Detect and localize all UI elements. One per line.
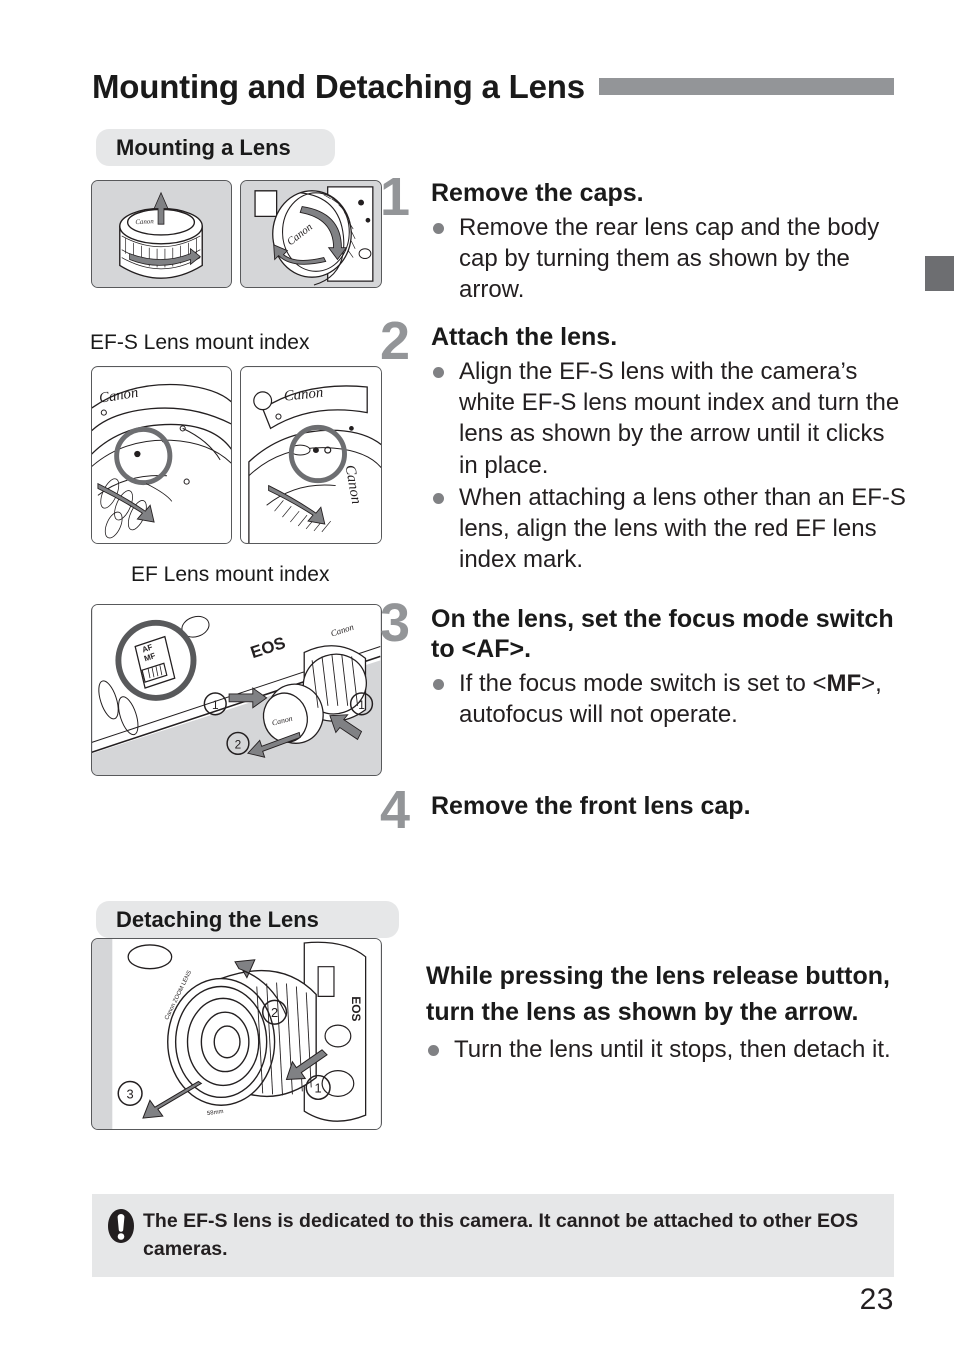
detaching-heading: While pressing the lens release button, …	[426, 962, 890, 1026]
svg-text:1: 1	[212, 698, 219, 712]
step-3-af-key: AF	[476, 635, 510, 663]
svg-text:1: 1	[358, 698, 365, 712]
step-2-title: Attach the lens.	[431, 323, 618, 351]
title-rule	[598, 77, 894, 95]
step-3-title-suffix: >.	[509, 635, 532, 663]
svg-text:EOS: EOS	[349, 996, 363, 1021]
page-number: 23	[859, 1283, 894, 1316]
step-4-title: Remove the front lens cap.	[431, 792, 751, 820]
warning-exclamation-icon	[108, 1209, 134, 1243]
step-3-mf-key: MF	[826, 670, 862, 697]
section-heading-detaching-label: Detaching the Lens	[116, 906, 319, 932]
step-3-header: 3 On the lens, set the focus mode switch…	[380, 596, 908, 664]
step-1-bullets: Remove the rear lens cap and the body ca…	[386, 212, 908, 306]
section-heading-mounting-label: Mounting a Lens	[116, 134, 291, 160]
illustration-body-cap: Canon	[240, 180, 382, 288]
page-title-row: Mounting and Detaching a Lens	[92, 64, 894, 108]
list-item: When attaching a lens other than an EF-S…	[431, 482, 908, 576]
step-2: 2 Attach the lens. Align the EF-S lens w…	[380, 314, 908, 576]
svg-text:2: 2	[235, 737, 242, 751]
caution-box: The EF-S lens is dedicated to this camer…	[92, 1194, 894, 1278]
detaching-bullets: Turn the lens until it stops, then detac…	[426, 1034, 912, 1065]
step-4-number: 4	[380, 780, 410, 840]
illustration-detaching-lens: Canon ZOOM LENS 58mm EOS 2 1 3	[91, 938, 382, 1130]
step-2-bullets: Align the EF-S lens with the camera’s wh…	[386, 356, 908, 575]
step-3-title: On the lens, set the focus mode switch t…	[431, 604, 908, 664]
step-3-number: 3	[380, 593, 410, 653]
illustration-rear-lens-cap: Canon	[91, 180, 232, 288]
step-3: 3 On the lens, set the focus mode switch…	[380, 596, 908, 731]
step-1: 1 Remove the caps. Remove the rear lens …	[380, 170, 908, 307]
chapter-edge-tab	[925, 256, 954, 291]
svg-text:1: 1	[315, 1080, 322, 1095]
svg-text:2: 2	[271, 1005, 278, 1020]
step-3-bullet-prefix: If the focus mode switch is set to <	[459, 670, 827, 697]
step-4: 4 Remove the front lens cap.	[380, 783, 908, 837]
step-1-title: Remove the caps.	[431, 179, 644, 207]
svg-text:3: 3	[127, 1086, 134, 1101]
svg-text:Canon: Canon	[135, 218, 154, 226]
page-title: Mounting and Detaching a Lens	[92, 67, 585, 105]
caution-text: The EF-S lens is dedicated to this camer…	[143, 1210, 859, 1260]
illustration-ef-mount-index: Canon Canon	[240, 366, 382, 544]
step-1-header: 1 Remove the caps.	[380, 170, 908, 224]
list-item: Remove the rear lens cap and the body ca…	[431, 212, 908, 306]
detaching-instructions: While pressing the lens release button, …	[426, 959, 912, 1066]
list-item: Turn the lens until it stops, then detac…	[426, 1034, 912, 1065]
illustration-efs-mount-index: Canon	[91, 366, 232, 544]
section-heading-detaching: Detaching the Lens	[96, 901, 399, 938]
step-2-header: 2 Attach the lens.	[380, 314, 908, 368]
step-1-number: 1	[380, 167, 410, 227]
step-2-number: 2	[380, 311, 410, 371]
list-item: Align the EF-S lens with the camera’s wh…	[431, 356, 908, 481]
step-3-bullets: If the focus mode switch is set to <MF>,…	[386, 668, 908, 730]
callout-efs-mount-index: EF-S Lens mount index	[90, 331, 310, 354]
list-item: If the focus mode switch is set to <MF>,…	[431, 668, 908, 730]
step-4-header: 4 Remove the front lens cap.	[380, 783, 908, 837]
section-heading-mounting: Mounting a Lens	[96, 129, 335, 166]
callout-ef-mount-index: EF Lens mount index	[131, 563, 330, 586]
illustration-focus-mode-switch: AF MF EOS Canon Canon 1 1 2	[91, 604, 382, 776]
